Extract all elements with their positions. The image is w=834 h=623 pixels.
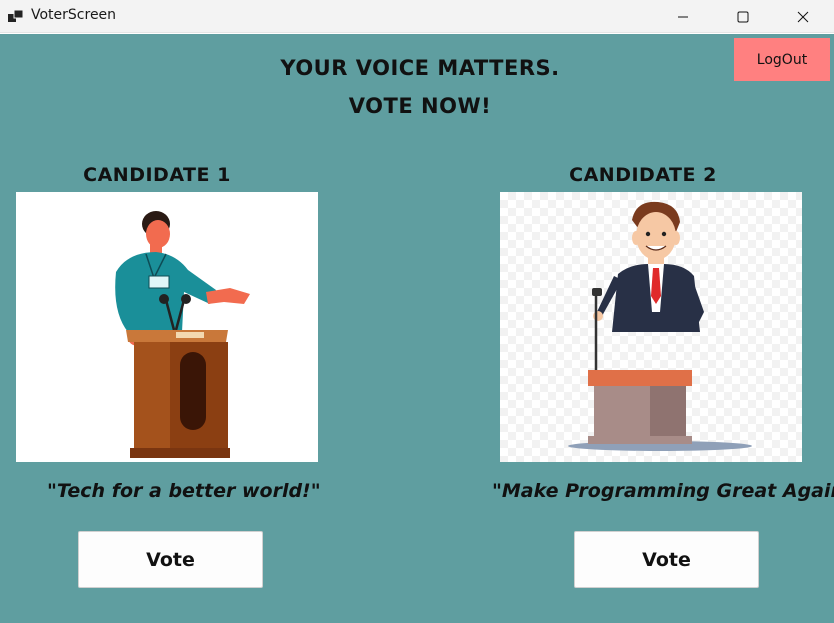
logout-button[interactable]: LogOut	[734, 38, 830, 81]
candidate-2-vote-button[interactable]: Vote	[574, 531, 759, 588]
window-title: VoterScreen	[31, 7, 117, 23]
candidate-2-photo	[500, 192, 802, 462]
candidate-1-photo	[16, 192, 318, 462]
candidate-2-title: CANDIDATE 2	[569, 164, 717, 186]
voter-screen-panel: YOUR VOICE MATTERS. VOTE NOW! LogOut CAN…	[0, 34, 834, 623]
close-icon	[797, 11, 809, 22]
headline-vote-now: VOTE NOW!	[348, 94, 492, 118]
minimize-icon	[678, 16, 688, 17]
speaker-at-podium-illustration	[115, 211, 250, 458]
close-button[interactable]	[780, 0, 826, 33]
candidate-1-slogan: "Tech for a better world!"	[47, 480, 321, 502]
candidate-1-title: CANDIDATE 1	[83, 164, 231, 186]
businessman-at-podium-illustration	[568, 201, 752, 451]
window-titlebar: VoterScreen	[0, 0, 834, 33]
app-window-icon	[8, 9, 24, 23]
candidate-2-slogan: "Make Programming Great Again"	[492, 480, 834, 502]
headline-voice-matters: YOUR VOICE MATTERS.	[280, 56, 560, 80]
candidate-1-vote-button[interactable]: Vote	[78, 531, 263, 588]
maximize-icon	[737, 11, 749, 22]
minimize-button[interactable]	[660, 0, 706, 33]
maximize-button[interactable]	[720, 0, 766, 33]
